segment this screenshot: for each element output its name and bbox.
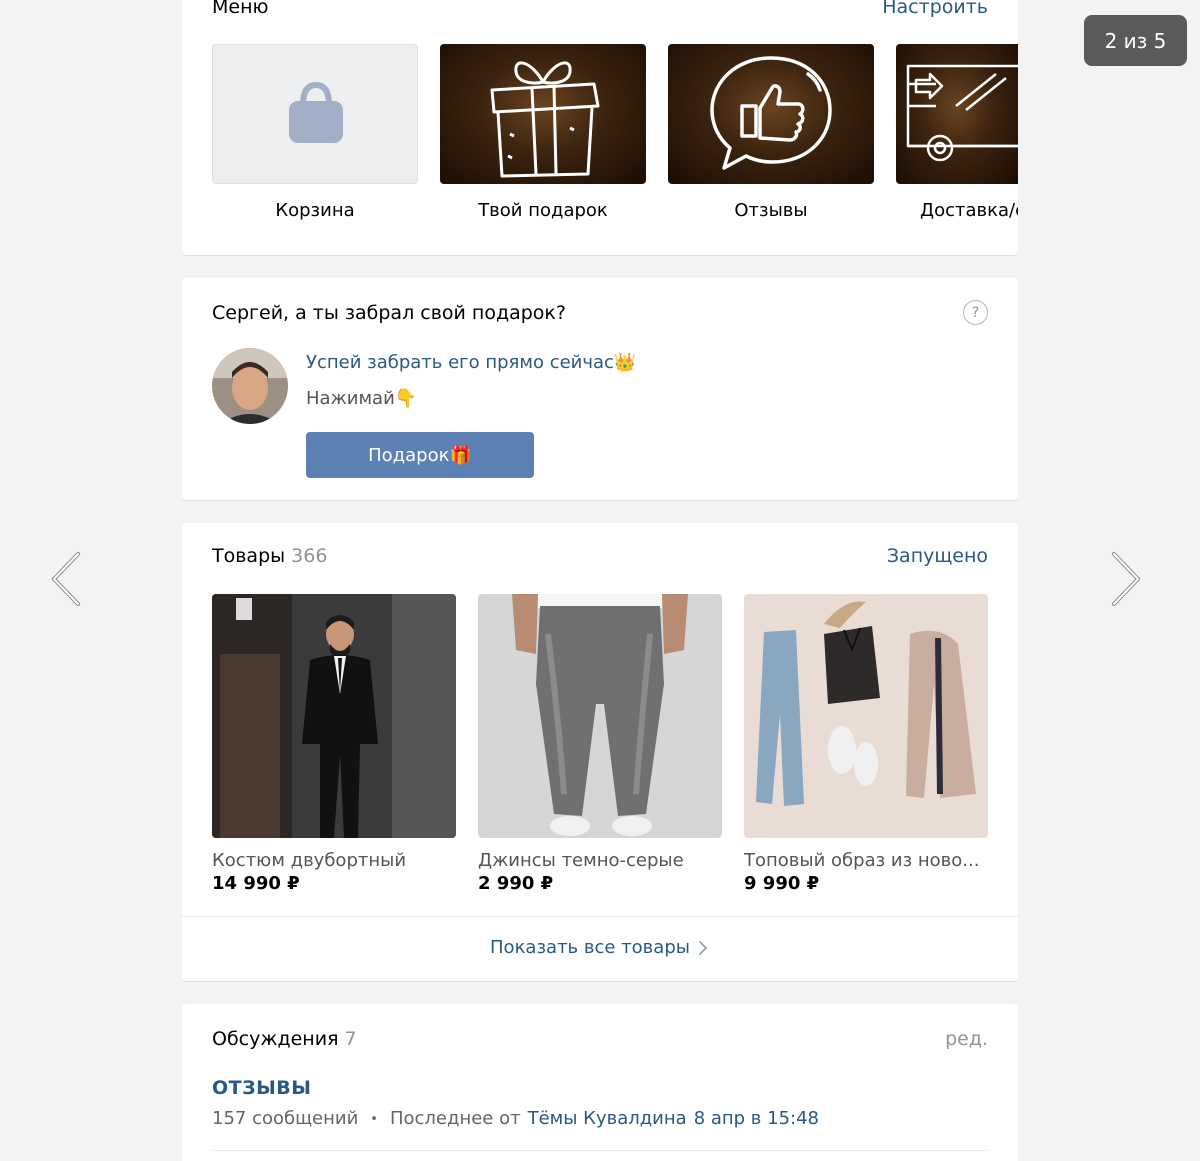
help-icon-glyph: ? [971, 304, 980, 321]
menu-item-cart[interactable] [212, 44, 418, 184]
product-name[interactable]: Джинсы темно-серые [478, 850, 722, 871]
promo-link-line[interactable]: Успей забрать его прямо сейчас👑 [306, 352, 636, 373]
product-price: 9 990 ₽ [744, 873, 820, 894]
delivery-truck-icon [906, 64, 1018, 162]
meta-separator: • [370, 1112, 378, 1127]
show-all-products-link[interactable]: Показать все товары [182, 937, 1018, 958]
products-count: 366 [291, 545, 328, 567]
topic-title-link[interactable]: ОТЗЫВЫ [212, 1077, 311, 1099]
discussions-title: Обсуждения [212, 1028, 339, 1050]
topic-meta: 157 сообщений • Последнее от Тёмы Кувалд… [212, 1108, 819, 1132]
menu-item-label: Отзывы [734, 200, 808, 221]
product-image-outfit[interactable] [744, 594, 988, 838]
photo-counter-text: 2 из 5 [1104, 28, 1167, 53]
product-name[interactable]: Топовый образ из ново... [744, 850, 988, 871]
menu-item-gift[interactable] [440, 44, 646, 184]
gift-promo-card: Сергей, а ты забрал свой подарок? ? Успе… [182, 278, 1018, 500]
promo-text-line: Нажимай👇 [306, 388, 418, 409]
menu-item-reviews[interactable] [668, 44, 874, 184]
menu-item-label: Корзина [275, 200, 355, 221]
topic-last-time-link[interactable]: 8 апр в 15:48 [694, 1108, 819, 1132]
menu-item-label: Доставка/с [920, 200, 1018, 221]
edit-discussions-link[interactable]: ред. [945, 1028, 988, 1050]
menu-item-label: Твой подарок [478, 200, 608, 221]
topic-last-prefix: Последнее от [389, 1108, 521, 1129]
gift-button[interactable]: Подарок🎁 [306, 432, 534, 478]
product-price: 14 990 ₽ [212, 873, 300, 894]
divider [212, 1150, 988, 1151]
help-icon[interactable]: ? [963, 300, 988, 325]
divider [182, 916, 1018, 917]
photo-counter-badge: 2 из 5 [1084, 15, 1187, 66]
menu-card: Меню Настроить Корзина Твой подарок Отзы… [182, 0, 1018, 255]
chevron-right-icon [699, 940, 708, 955]
discussions-heading: Обсуждения 7 [212, 1028, 357, 1050]
product-name[interactable]: Костюм двубортный [212, 850, 456, 871]
topic-message-count: 157 сообщений [212, 1108, 359, 1129]
discussions-card: Обсуждения 7 ред. ОТЗЫВЫ 157 сообщений • … [182, 1004, 1018, 1161]
promo-header: Сергей, а ты забрал свой подарок? ? [212, 300, 988, 325]
product-image-jeans[interactable] [478, 594, 722, 838]
products-status-link[interactable]: Запущено [887, 545, 988, 567]
gift-box-icon [490, 61, 600, 178]
products-card: Товары 366 Запущено Костюм двубортный 14 … [182, 523, 1018, 981]
promo-title: Сергей, а ты забрал свой подарок? [212, 301, 566, 324]
products-title: Товары [212, 545, 286, 567]
topic-last-author-link[interactable]: Тёмы Кувалдина [528, 1108, 687, 1132]
thumbs-up-bubble-icon [710, 56, 832, 170]
discussions-header: Обсуждения 7 ред. [212, 1028, 988, 1050]
product-image-suit[interactable] [212, 594, 456, 838]
menu-tiles: Корзина Твой подарок Отзывы Доставка/с [182, 0, 1018, 255]
products-heading: Товары 366 [212, 545, 327, 567]
discussions-count: 7 [344, 1028, 357, 1050]
next-arrow-icon[interactable] [1110, 551, 1144, 607]
avatar[interactable] [212, 348, 288, 424]
gift-button-label: Подарок🎁 [368, 444, 472, 466]
product-price: 2 990 ₽ [478, 873, 554, 894]
previous-arrow-icon[interactable] [48, 551, 82, 607]
shopping-bag-icon [289, 81, 343, 143]
show-all-label: Показать все товары [490, 937, 690, 958]
menu-item-delivery[interactable] [896, 44, 1018, 184]
products-header: Товары 366 Запущено [212, 545, 988, 567]
